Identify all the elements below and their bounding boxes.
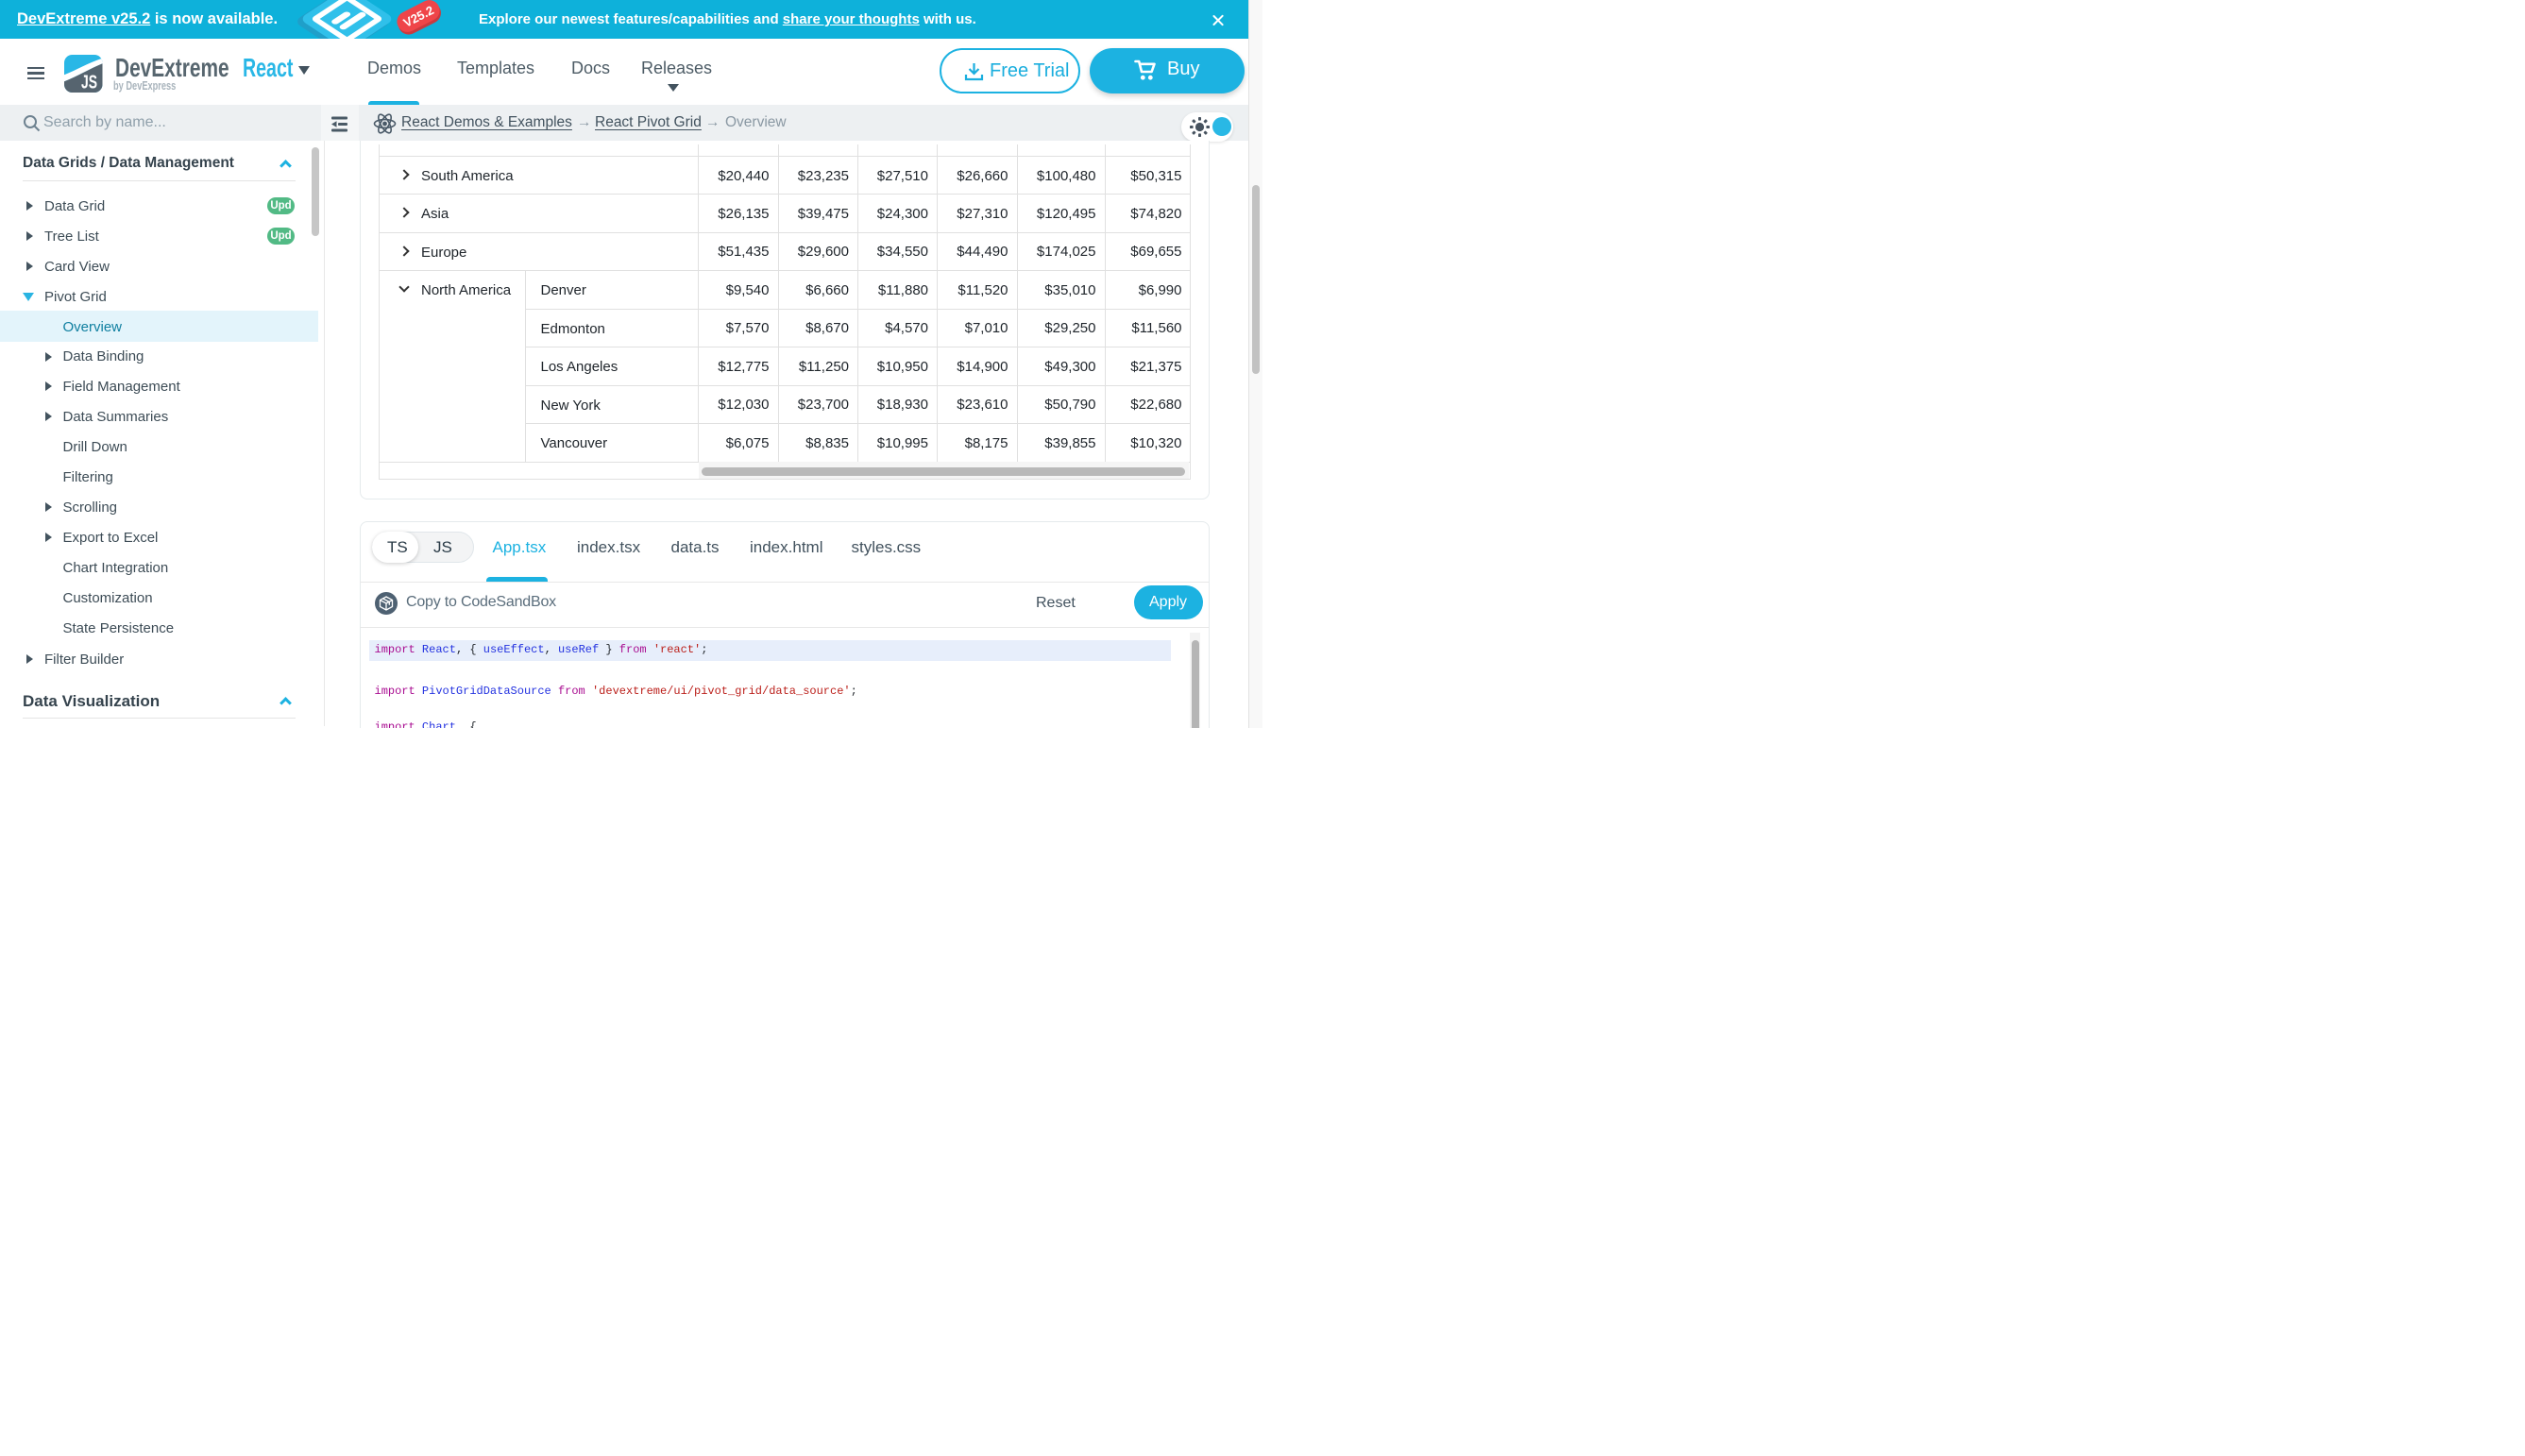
svg-text:JS: JS	[81, 73, 97, 93]
